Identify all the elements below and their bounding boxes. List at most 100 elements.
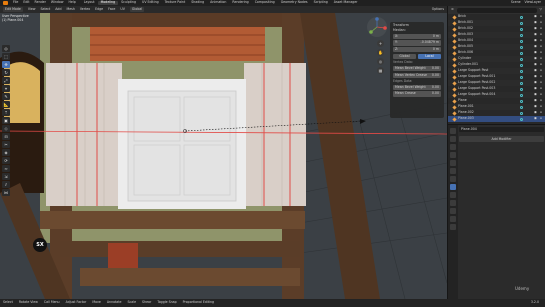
scale-icon[interactable]: ⤢ (2, 77, 10, 84)
vertex-crease-field[interactable]: Mean Vertex Crease 0.00 (393, 72, 441, 79)
knife-icon[interactable]: ✂ (2, 141, 10, 148)
eye-icon[interactable]: ◉ (534, 99, 537, 102)
menu-help[interactable]: Help (68, 1, 75, 4)
menu-render[interactable]: Render (35, 1, 46, 4)
annotate-icon[interactable]: ✎ (2, 93, 10, 100)
bevel-icon[interactable]: ◇ (2, 125, 10, 132)
render-camera-icon[interactable]: ▫ (540, 117, 542, 120)
y-field[interactable]: Y: -0.04879 m (393, 40, 441, 46)
render-camera-icon[interactable]: ▫ (540, 27, 542, 30)
tab-layout[interactable]: Layout (81, 1, 98, 4)
outliner-search-input[interactable] (456, 7, 537, 13)
shrink-icon[interactable]: ⇲ (2, 173, 10, 180)
outliner-row[interactable]: Plane.003 ◉ ▫ (448, 116, 545, 122)
navigation-gizmo[interactable] (366, 16, 388, 38)
eye-icon[interactable]: ◉ (534, 63, 537, 66)
menu-edit[interactable]: Edit (23, 1, 29, 4)
constraints-tab-icon[interactable] (450, 208, 456, 214)
eye-icon[interactable]: ◉ (534, 111, 537, 114)
data-tab-icon[interactable] (450, 216, 456, 222)
render-camera-icon[interactable]: ▫ (540, 15, 542, 18)
select-icon[interactable]: ⬚ (2, 53, 10, 60)
menu-edge[interactable]: Edge (95, 7, 103, 11)
x-field[interactable]: X: 0 m (393, 33, 441, 39)
menu-face[interactable]: Face (108, 7, 115, 11)
tool-tab-icon[interactable] (450, 128, 456, 134)
loopcut-icon[interactable]: ⊟ (2, 133, 10, 140)
view-layer-selector[interactable]: ViewLayer (525, 1, 541, 4)
render-tab-icon[interactable] (450, 136, 456, 142)
menu-view[interactable]: View (28, 7, 36, 11)
filter-icon[interactable]: ▽ (540, 8, 542, 11)
tab-uv-editing[interactable]: UV Editing (139, 1, 162, 4)
transform-icon[interactable]: ⌖ (2, 85, 10, 92)
mode-selector[interactable]: Edit Mode (3, 6, 23, 13)
tab-shading[interactable]: Shading (188, 1, 207, 4)
render-camera-icon[interactable]: ▫ (540, 45, 542, 48)
material-tab-icon[interactable] (450, 224, 456, 230)
menu-uv[interactable]: UV (120, 7, 125, 11)
z-field[interactable]: Z: 0 m (393, 47, 441, 53)
extrude-icon[interactable]: ⇡ (2, 109, 10, 116)
eye-icon[interactable]: ◉ (534, 69, 537, 72)
output-tab-icon[interactable] (450, 144, 456, 150)
render-camera-icon[interactable]: ▫ (540, 57, 542, 60)
pan-hand-icon[interactable]: ✋ (377, 49, 384, 56)
tab-scripting[interactable]: Scripting (311, 1, 331, 4)
eye-icon[interactable]: ◉ (534, 105, 537, 108)
shear-icon[interactable]: ⫽ (2, 181, 10, 188)
tab-asset-manager[interactable]: Asset Manager (331, 1, 361, 4)
polybuild-icon[interactable]: ◈ (2, 149, 10, 156)
render-camera-icon[interactable]: ▫ (540, 33, 542, 36)
global-button[interactable]: Global (393, 54, 416, 60)
edge-bevel-field[interactable]: Mean Bevel Weight 0.00 (393, 84, 441, 90)
smooth-icon[interactable]: ≈ (2, 165, 10, 172)
edge-crease-field[interactable]: Mean Crease 0.00 (393, 91, 441, 97)
eye-icon[interactable]: ◉ (534, 45, 537, 48)
tab-geometry-nodes[interactable]: Geometry Nodes (278, 1, 311, 4)
render-camera-icon[interactable]: ▫ (540, 87, 542, 90)
rotate-icon[interactable]: ↻ (2, 69, 10, 76)
zoom-icon[interactable]: + (377, 40, 384, 47)
local-button[interactable]: Local (418, 54, 441, 60)
physics-tab-icon[interactable] (450, 200, 456, 206)
render-camera-icon[interactable]: ▫ (540, 105, 542, 108)
orientation-selector[interactable]: Global (129, 6, 145, 13)
eye-icon[interactable]: ◉ (534, 27, 537, 30)
eye-icon[interactable]: ◉ (534, 117, 537, 120)
render-camera-icon[interactable]: ▫ (540, 93, 542, 96)
menu-window[interactable]: Window (51, 1, 64, 4)
blender-logo-icon[interactable] (3, 1, 8, 5)
eye-icon[interactable]: ◉ (534, 51, 537, 54)
options-menu[interactable]: Options (432, 7, 444, 11)
eye-icon[interactable]: ◉ (534, 33, 537, 36)
menu-file[interactable]: File (13, 1, 18, 4)
grid-icon[interactable]: ▦ (377, 67, 384, 74)
eye-icon[interactable]: ◉ (534, 57, 537, 60)
render-camera-icon[interactable]: ▫ (540, 81, 542, 84)
object-tab-icon[interactable] (450, 176, 456, 182)
render-camera-icon[interactable]: ▫ (540, 75, 542, 78)
eye-icon[interactable]: ◉ (534, 81, 537, 84)
measure-icon[interactable]: 📐 (2, 101, 10, 108)
tab-sculpting[interactable]: Sculpting (118, 1, 139, 4)
eye-icon[interactable]: ◉ (534, 21, 537, 24)
object-name-field[interactable]: Plane.004 (459, 127, 544, 133)
tab-texture-paint[interactable]: Texture Paint (162, 1, 189, 4)
eye-icon[interactable]: ◉ (534, 93, 537, 96)
rip-icon[interactable]: ⋈ (2, 189, 10, 196)
scene-tab-icon[interactable] (450, 160, 456, 166)
move-icon[interactable]: ✥ (2, 61, 10, 68)
eye-icon[interactable]: ◉ (534, 39, 537, 42)
spin-icon[interactable]: ⟳ (2, 157, 10, 164)
menu-vertex[interactable]: Vertex (80, 7, 90, 11)
view-layer-tab-icon[interactable] (450, 152, 456, 158)
render-camera-icon[interactable]: ▫ (540, 111, 542, 114)
menu-add[interactable]: Add (55, 7, 61, 11)
render-camera-icon[interactable]: ▫ (540, 21, 542, 24)
render-camera-icon[interactable]: ▫ (540, 51, 542, 54)
tab-animation[interactable]: Animation (207, 1, 229, 4)
render-camera-icon[interactable]: ▫ (540, 69, 542, 72)
world-tab-icon[interactable] (450, 168, 456, 174)
bevel-weight-field[interactable]: Mean Bevel Weight 0.00 (393, 66, 441, 72)
